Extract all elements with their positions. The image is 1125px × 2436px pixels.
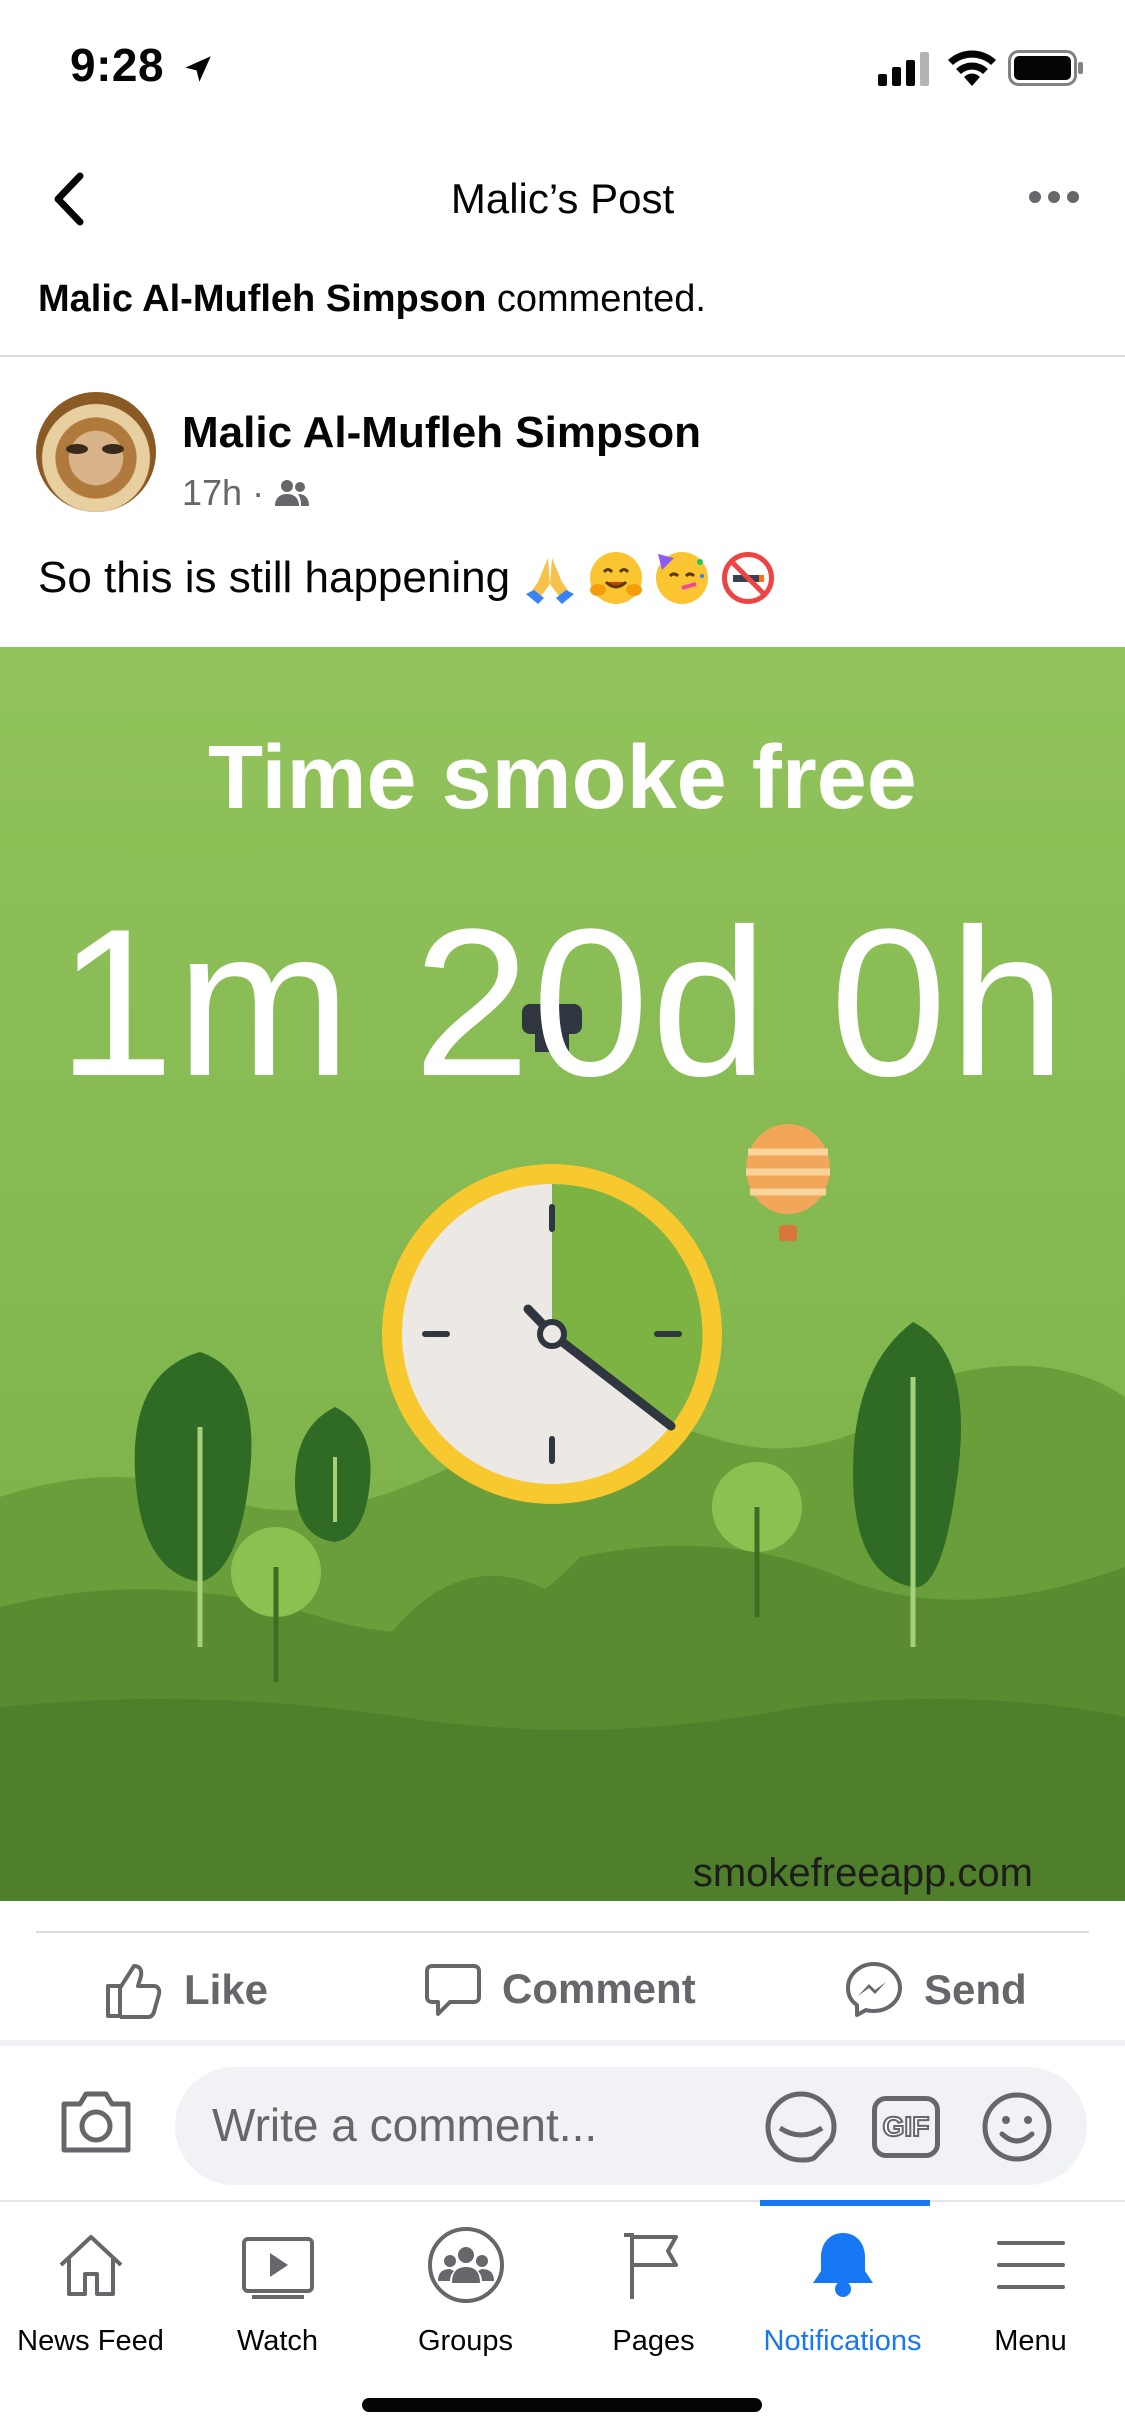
folded-hands-emoji xyxy=(524,552,576,604)
gif-label: GIF xyxy=(882,2110,931,2143)
groups-icon xyxy=(427,2227,504,2303)
divider xyxy=(36,1931,1089,1933)
tab-pages[interactable]: Pages xyxy=(560,2225,747,2375)
tab-watch[interactable]: Watch xyxy=(184,2225,371,2375)
more-options-icon[interactable] xyxy=(1028,190,1080,204)
video-icon xyxy=(241,2237,314,2299)
home-icon xyxy=(59,2235,122,2296)
like-button[interactable]: Like xyxy=(104,1960,268,2020)
tab-menu[interactable]: Menu xyxy=(937,2225,1124,2375)
tab-groups[interactable]: Groups xyxy=(372,2225,559,2375)
post-image[interactable]: Time smoke free 1m 20d 0h smokefreeapp.c… xyxy=(0,647,1125,1901)
post-body: So this is still happening xyxy=(38,553,511,602)
smoke-free-duration: 1m 20d 0h xyxy=(57,885,1068,1120)
tab-label: Menu xyxy=(994,2325,1067,2357)
send-button[interactable]: Send xyxy=(844,1960,1027,2020)
tabbar-divider xyxy=(0,2200,1125,2202)
comment-button[interactable]: Comment xyxy=(424,1960,696,2018)
friends-audience-icon[interactable] xyxy=(274,478,310,508)
active-tab-indicator xyxy=(760,2200,930,2206)
tab-news-feed[interactable]: News Feed xyxy=(0,2225,184,2375)
status-time: 9:28 xyxy=(70,38,215,92)
image-heading: Time smoke free xyxy=(208,728,917,828)
page-title: Malic’s Post xyxy=(450,175,675,222)
like-label: Like xyxy=(184,1966,269,2013)
section-separator xyxy=(0,2040,1125,2046)
post-time[interactable]: 17h xyxy=(182,472,242,514)
divider xyxy=(0,355,1125,357)
wifi-icon xyxy=(948,50,996,86)
camera-icon[interactable] xyxy=(58,2088,134,2156)
thumbs-up-icon xyxy=(106,1964,162,2019)
hugging-face-emoji xyxy=(590,552,643,604)
sticker-icon[interactable] xyxy=(764,2090,838,2164)
tab-label: Pages xyxy=(612,2325,695,2357)
hamburger-icon xyxy=(996,2241,1065,2289)
image-watermark-url: smokefreeapp.com xyxy=(692,1851,1033,1895)
send-label: Send xyxy=(924,1966,1027,2013)
tab-label: Watch xyxy=(236,2325,319,2357)
battery-icon xyxy=(1008,50,1083,86)
partying-face-emoji xyxy=(656,552,709,604)
commenter-name[interactable]: Malic Al-Mufleh Simpson xyxy=(38,278,486,320)
landscape-illustration xyxy=(0,647,1125,1901)
signal-icon xyxy=(878,52,929,86)
comment-label: Comment xyxy=(502,1965,696,2012)
flag-icon xyxy=(623,2233,678,2299)
post-meta: 17h · xyxy=(182,472,310,514)
post-author[interactable]: Malic Al-Mufleh Simpson xyxy=(182,408,701,458)
location-arrow-icon xyxy=(185,56,212,82)
notification-action: commented. xyxy=(486,278,706,320)
gif-button[interactable]: GIF xyxy=(872,2096,940,2158)
messenger-icon xyxy=(846,1962,902,2017)
tab-label: Notifications xyxy=(763,2325,922,2357)
comment-bubble-icon xyxy=(425,1964,481,2016)
tab-notifications[interactable]: Notifications xyxy=(749,2225,936,2375)
bell-icon xyxy=(812,2233,873,2297)
home-indicator[interactable] xyxy=(362,2398,762,2412)
comment-placeholder: Write a comment... xyxy=(212,2099,598,2151)
notification-context: Malic Al-Mufleh Simpson commented. xyxy=(38,278,706,321)
no-smoking-emoji xyxy=(722,552,775,604)
tab-label: News Feed xyxy=(17,2325,164,2357)
post-text: So this is still happening xyxy=(38,552,775,604)
avatar[interactable] xyxy=(36,392,156,512)
tab-label: Groups xyxy=(417,2325,514,2357)
meta-separator: · xyxy=(252,472,265,513)
emoji-icon[interactable] xyxy=(980,2090,1054,2164)
